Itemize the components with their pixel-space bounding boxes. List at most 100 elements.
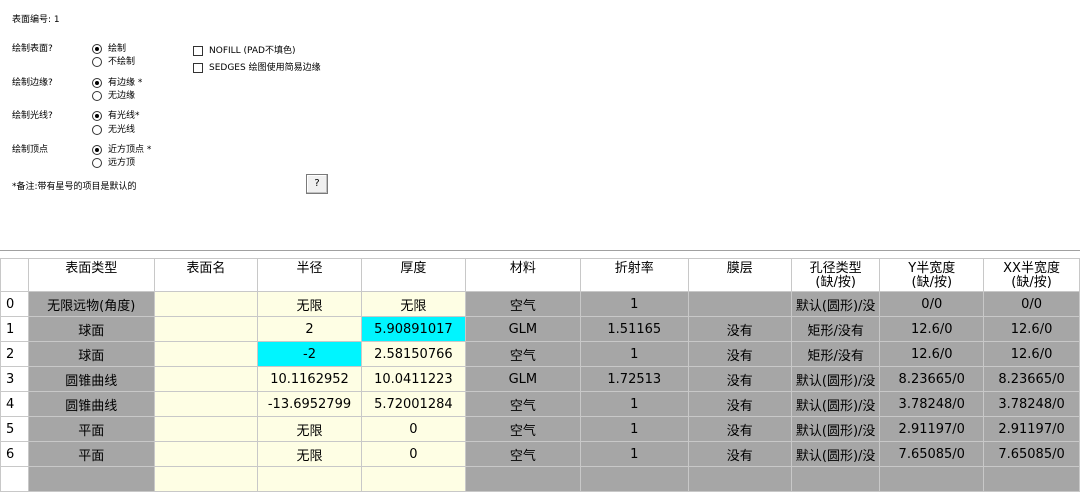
help-button[interactable]: ? xyxy=(306,174,328,194)
cell-surface-type[interactable]: 球面 xyxy=(27,341,155,367)
cell-y-semi-width[interactable]: 2.91197/0 xyxy=(879,416,985,442)
cell-material[interactable]: 空气 xyxy=(464,441,582,467)
header-material[interactable]: 材料 xyxy=(464,258,582,292)
cell-coating[interactable]: 没有 xyxy=(687,391,792,417)
cell-aperture-type[interactable]: 默认(圆形)/没 xyxy=(790,416,881,442)
cell-material[interactable]: 空气 xyxy=(464,291,582,317)
row-index[interactable]: 3 xyxy=(0,366,29,392)
cell-y-semi-width[interactable]: 3.78248/0 xyxy=(879,391,985,417)
cell-refractive-index[interactable]: 1.51165 xyxy=(580,316,689,342)
cell-thickness[interactable]: 0 xyxy=(360,441,466,467)
header-coating[interactable]: 膜层 xyxy=(687,258,792,292)
cell-thickness[interactable]: 5.72001284 xyxy=(360,391,466,417)
cell-x-semi-width[interactable] xyxy=(983,466,1080,492)
cell-radius[interactable]: 无限 xyxy=(257,441,362,467)
cell-coating[interactable] xyxy=(687,466,792,492)
cell-material[interactable]: GLM xyxy=(464,366,582,392)
cell-surface-name[interactable] xyxy=(153,316,259,342)
cell-aperture-type[interactable] xyxy=(790,466,881,492)
cell-material[interactable] xyxy=(464,466,582,492)
row-index[interactable]: 5 xyxy=(0,416,29,442)
cell-thickness[interactable]: 10.0411223 xyxy=(360,366,466,392)
draw-rays-option-no[interactable]: 无光线 xyxy=(92,124,135,136)
header-y-semi-width[interactable]: Y半宽度 (缺/按) xyxy=(879,258,985,292)
cell-surface-name[interactable] xyxy=(153,341,259,367)
header-aperture-type[interactable]: 孔径类型 (缺/按) xyxy=(790,258,881,292)
cell-coating[interactable]: 没有 xyxy=(687,316,792,342)
cell-coating[interactable] xyxy=(687,291,792,317)
cell-thickness[interactable] xyxy=(360,466,466,492)
cell-radius[interactable]: 无限 xyxy=(257,291,362,317)
cell-x-semi-width[interactable]: 12.6/0 xyxy=(983,316,1080,342)
cell-surface-type[interactable]: 圆锥曲线 xyxy=(27,391,155,417)
row-index[interactable]: 0 xyxy=(0,291,29,317)
cell-surface-name[interactable] xyxy=(153,466,259,492)
cell-surface-name[interactable] xyxy=(153,441,259,467)
draw-edges-option-no[interactable]: 无边缘 xyxy=(92,90,135,102)
cell-surface-type[interactable]: 平面 xyxy=(27,416,155,442)
cell-surface-type[interactable]: 平面 xyxy=(27,441,155,467)
cell-material[interactable]: 空气 xyxy=(464,341,582,367)
row-index[interactable]: 1 xyxy=(0,316,29,342)
cell-coating[interactable]: 没有 xyxy=(687,341,792,367)
cell-material[interactable]: 空气 xyxy=(464,391,582,417)
row-index[interactable]: 6 xyxy=(0,441,29,467)
cell-aperture-type[interactable]: 默认(圆形)/没 xyxy=(790,291,881,317)
cell-radius[interactable]: 10.1162952 xyxy=(257,366,362,392)
cell-x-semi-width[interactable]: 7.65085/0 xyxy=(983,441,1080,467)
cell-coating[interactable]: 没有 xyxy=(687,441,792,467)
cell-refractive-index[interactable]: 1 xyxy=(580,291,689,317)
cell-radius[interactable]: -13.6952799 xyxy=(257,391,362,417)
cell-radius[interactable]: -2 xyxy=(257,341,362,367)
cell-surface-name[interactable] xyxy=(153,416,259,442)
sedges-checkbox[interactable]: SEDGES 绘图使用简易边缘 xyxy=(193,62,321,74)
cell-coating[interactable]: 没有 xyxy=(687,416,792,442)
draw-surface-option-yes[interactable]: 绘制 xyxy=(92,43,126,55)
cell-aperture-type[interactable]: 默认(圆形)/没 xyxy=(790,366,881,392)
row-index[interactable] xyxy=(0,466,29,492)
header-surface-type[interactable]: 表面类型 xyxy=(27,258,155,292)
cell-coating[interactable]: 没有 xyxy=(687,366,792,392)
cell-x-semi-width[interactable]: 2.91197/0 xyxy=(983,416,1080,442)
header-thickness[interactable]: 厚度 xyxy=(360,258,466,292)
header-surface-name[interactable]: 表面名 xyxy=(153,258,259,292)
cell-x-semi-width[interactable]: 0/0 xyxy=(983,291,1080,317)
cell-surface-type[interactable] xyxy=(27,466,155,492)
cell-surface-name[interactable] xyxy=(153,366,259,392)
cell-refractive-index[interactable]: 1 xyxy=(580,341,689,367)
cell-aperture-type[interactable]: 矩形/没有 xyxy=(790,316,881,342)
cell-aperture-type[interactable]: 矩形/没有 xyxy=(790,341,881,367)
cell-surface-type[interactable]: 圆锥曲线 xyxy=(27,366,155,392)
cell-y-semi-width[interactable] xyxy=(879,466,985,492)
cell-y-semi-width[interactable]: 0/0 xyxy=(879,291,985,317)
draw-vertex-option-near[interactable]: 近方顶点 * xyxy=(92,144,151,156)
cell-y-semi-width[interactable]: 7.65085/0 xyxy=(879,441,985,467)
cell-surface-name[interactable] xyxy=(153,391,259,417)
cell-thickness[interactable]: 5.90891017 xyxy=(360,316,466,342)
cell-refractive-index[interactable]: 1 xyxy=(580,441,689,467)
cell-refractive-index[interactable]: 1.72513 xyxy=(580,366,689,392)
cell-x-semi-width[interactable]: 3.78248/0 xyxy=(983,391,1080,417)
header-x-semi-width[interactable]: XX半宽度 (缺/按) xyxy=(983,258,1080,292)
cell-x-semi-width[interactable]: 12.6/0 xyxy=(983,341,1080,367)
cell-thickness[interactable]: 0 xyxy=(360,416,466,442)
cell-refractive-index[interactable] xyxy=(580,466,689,492)
cell-surface-type[interactable]: 无限远物(角度) xyxy=(27,291,155,317)
cell-y-semi-width[interactable]: 8.23665/0 xyxy=(879,366,985,392)
cell-y-semi-width[interactable]: 12.6/0 xyxy=(879,341,985,367)
cell-material[interactable]: GLM xyxy=(464,316,582,342)
draw-rays-option-yes[interactable]: 有光线* xyxy=(92,110,140,122)
row-index[interactable]: 2 xyxy=(0,341,29,367)
header-refractive-index[interactable]: 折射率 xyxy=(580,258,689,292)
header-radius[interactable]: 半径 xyxy=(257,258,362,292)
cell-material[interactable]: 空气 xyxy=(464,416,582,442)
cell-radius[interactable]: 2 xyxy=(257,316,362,342)
draw-vertex-option-far[interactable]: 远方顶 xyxy=(92,157,135,169)
cell-thickness[interactable]: 无限 xyxy=(360,291,466,317)
cell-x-semi-width[interactable]: 8.23665/0 xyxy=(983,366,1080,392)
row-index[interactable]: 4 xyxy=(0,391,29,417)
draw-surface-option-no[interactable]: 不绘制 xyxy=(92,56,135,68)
cell-surface-type[interactable]: 球面 xyxy=(27,316,155,342)
cell-aperture-type[interactable]: 默认(圆形)/没 xyxy=(790,441,881,467)
cell-radius[interactable] xyxy=(257,466,362,492)
